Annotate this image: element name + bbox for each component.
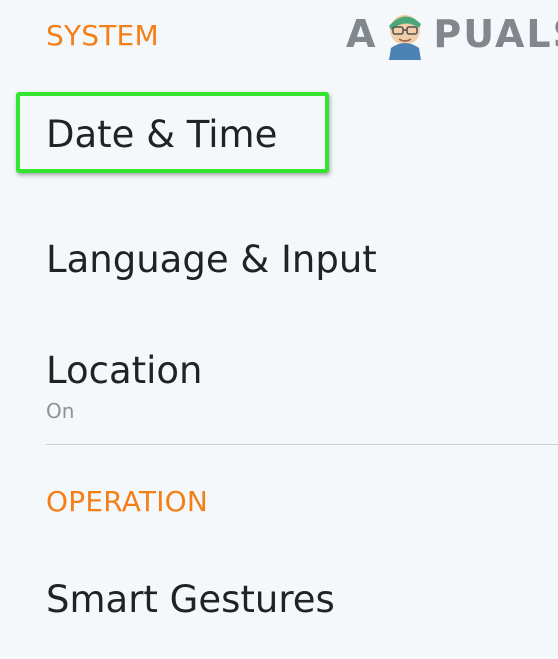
item-title: Smart Gestures — [46, 578, 335, 621]
settings-list: A PUALS SYSTEM Date & Time Language & In… — [0, 0, 558, 659]
settings-item-smart-gestures[interactable]: Smart Gestures — [46, 581, 558, 618]
section-divider — [46, 444, 558, 445]
section-header-system: SYSTEM — [46, 19, 159, 52]
settings-item-language-input[interactable]: Language & Input — [46, 241, 558, 278]
logo-text-right: PUALS — [433, 12, 558, 56]
item-subtitle: On — [46, 399, 75, 423]
settings-item-location[interactable]: Location On — [46, 352, 558, 421]
appuals-logo: A PUALS — [346, 8, 558, 60]
mascot-icon — [389, 15, 422, 60]
item-title: Date & Time — [46, 113, 278, 156]
item-title: Location — [46, 349, 203, 392]
item-title: Language & Input — [46, 238, 377, 281]
section-header-operation: OPERATION — [46, 485, 209, 518]
logo-text-left: A — [346, 12, 378, 56]
settings-item-date-time[interactable]: Date & Time — [46, 116, 558, 153]
